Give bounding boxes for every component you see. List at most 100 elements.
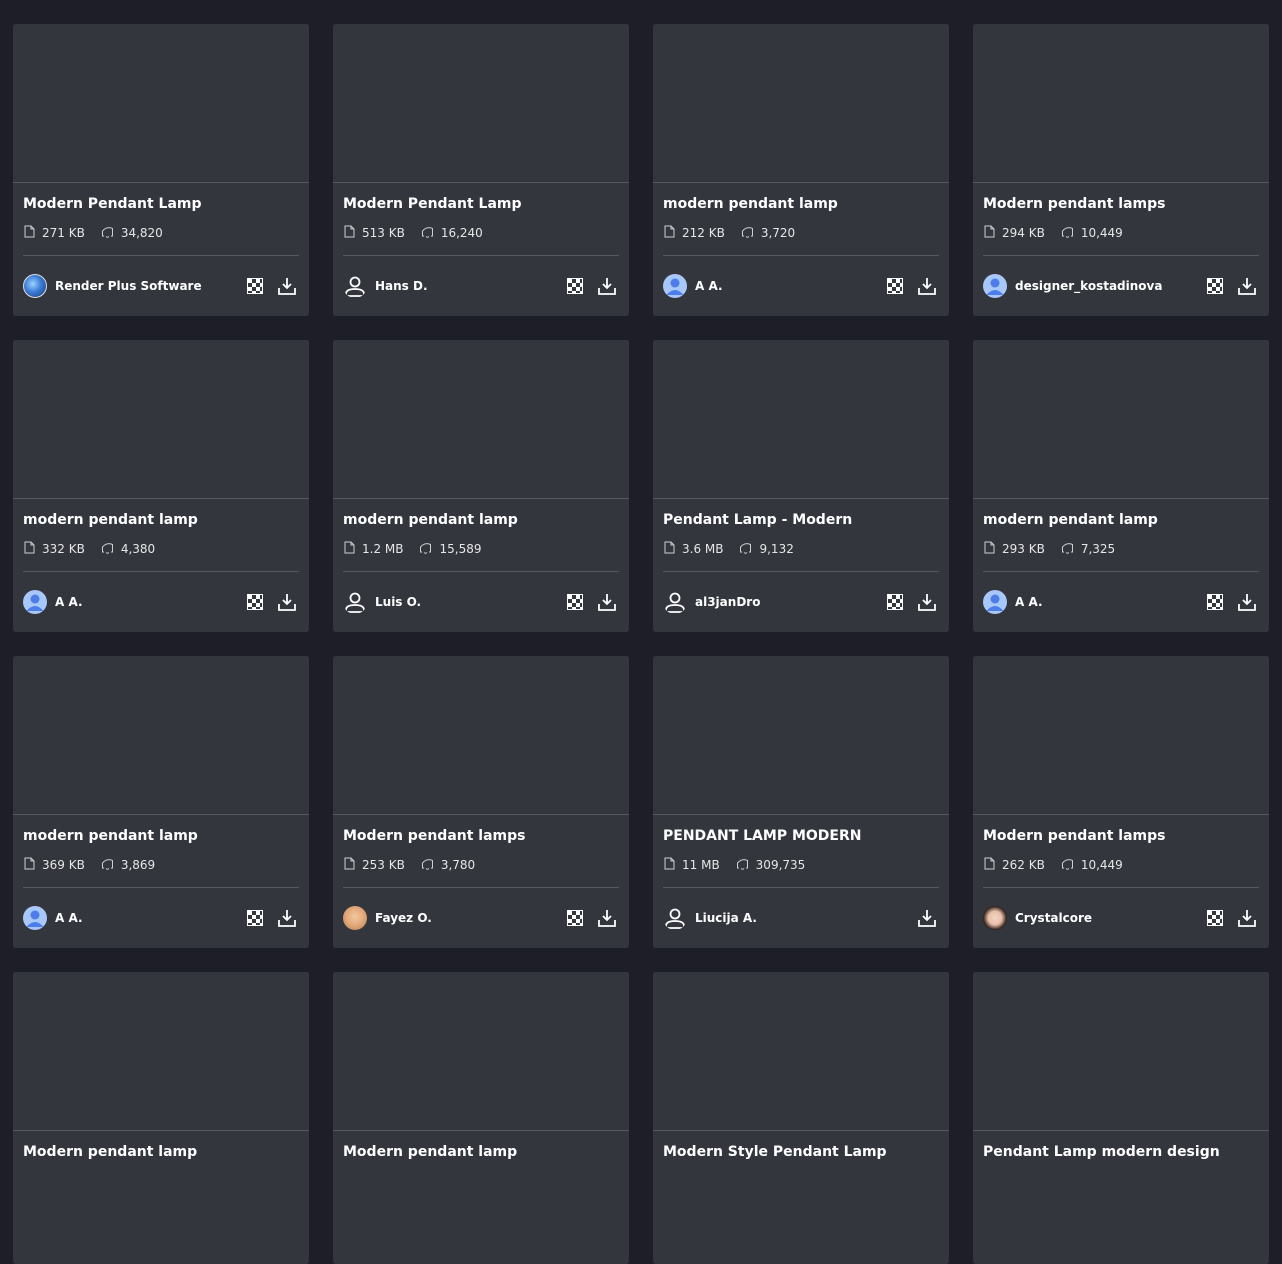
model-thumbnail[interactable] (973, 656, 1269, 815)
model-title[interactable]: modern pendant lamp (663, 196, 949, 213)
author-name[interactable]: Render Plus Software (55, 279, 235, 293)
download-button[interactable] (915, 274, 939, 298)
model-thumbnail[interactable] (653, 24, 949, 183)
download-count: 10,449 (1061, 225, 1123, 241)
model-title[interactable]: Modern pendant lamps (983, 196, 1269, 213)
model-thumbnail[interactable] (333, 656, 629, 815)
3d-viewer-button[interactable] (1203, 274, 1227, 298)
model-thumbnail[interactable] (973, 24, 1269, 183)
model-thumbnail[interactable] (13, 656, 309, 815)
model-thumbnail[interactable] (653, 972, 949, 1131)
outline-user-icon[interactable] (663, 906, 687, 930)
model-card[interactable]: PENDANT LAMP MODERN 11 MB 309,735 Liucij… (653, 656, 949, 948)
model-thumbnail[interactable] (333, 972, 629, 1131)
model-title[interactable]: modern pendant lamp (23, 828, 309, 845)
author-name[interactable]: A A. (695, 279, 875, 293)
download-button[interactable] (275, 590, 299, 614)
author-name[interactable]: Hans D. (375, 279, 555, 293)
author-name[interactable]: designer_kostadinova (1015, 279, 1195, 293)
photo-avatar-1[interactable] (343, 906, 367, 930)
photo-avatar-2[interactable] (983, 906, 1007, 930)
download-button[interactable] (915, 906, 939, 930)
model-card[interactable]: Modern pendant lamps 253 KB 3,780 Fayez … (333, 656, 629, 948)
outline-user-icon[interactable] (663, 590, 687, 614)
model-card[interactable]: modern pendant lamp 293 KB 7,325 A A. (973, 340, 1269, 632)
model-thumbnail[interactable] (13, 340, 309, 499)
3d-viewer-button[interactable] (243, 906, 267, 930)
model-card[interactable]: Modern pendant lamp (13, 972, 309, 1264)
model-title[interactable]: Modern Style Pendant Lamp (663, 1144, 949, 1161)
model-title[interactable]: Modern pendant lamps (983, 828, 1269, 845)
3d-viewer-button[interactable] (563, 906, 587, 930)
model-thumbnail[interactable] (653, 656, 949, 815)
model-thumbnail[interactable] (653, 340, 949, 499)
author-name[interactable]: A A. (55, 911, 235, 925)
model-thumbnail[interactable] (333, 340, 629, 499)
model-card[interactable]: modern pendant lamp 369 KB 3,869 A A. (13, 656, 309, 948)
3d-viewer-button[interactable] (1203, 590, 1227, 614)
model-card[interactable]: Pendant Lamp - Modern 3.6 MB 9,132 al3ja… (653, 340, 949, 632)
download-button[interactable] (275, 906, 299, 930)
download-button[interactable] (1235, 274, 1259, 298)
model-card[interactable]: modern pendant lamp 212 KB 3,720 A A. (653, 24, 949, 316)
model-title[interactable]: modern pendant lamp (343, 512, 629, 529)
model-card[interactable]: modern pendant lamp 1.2 MB 15,589 Luis O… (333, 340, 629, 632)
3d-viewer-button[interactable] (563, 590, 587, 614)
model-card[interactable]: Modern Pendant Lamp 513 KB 16,240 Hans D… (333, 24, 629, 316)
model-card[interactable]: Modern pendant lamps 262 KB 10,449 Cryst… (973, 656, 1269, 948)
default-user-icon[interactable] (23, 590, 47, 614)
3d-viewer-button[interactable] (883, 590, 907, 614)
card-actions (235, 274, 299, 298)
author-name[interactable]: Liucija A. (695, 911, 875, 925)
3d-viewer-button[interactable] (883, 274, 907, 298)
download-button[interactable] (275, 274, 299, 298)
outline-user-icon[interactable] (343, 590, 367, 614)
author-name[interactable]: Crystalcore (1015, 911, 1195, 925)
outline-user-icon[interactable] (343, 274, 367, 298)
model-title[interactable]: Modern pendant lamp (23, 1144, 309, 1161)
download-button[interactable] (595, 906, 619, 930)
model-title[interactable]: Pendant Lamp - Modern (663, 512, 949, 529)
model-card[interactable]: modern pendant lamp 332 KB 4,380 A A. (13, 340, 309, 632)
model-title[interactable]: PENDANT LAMP MODERN (663, 828, 949, 845)
model-title[interactable]: Modern pendant lamps (343, 828, 629, 845)
model-thumbnail[interactable] (13, 972, 309, 1131)
model-title[interactable]: modern pendant lamp (983, 512, 1269, 529)
default-user-icon[interactable] (23, 906, 47, 930)
model-card[interactable]: Pendant Lamp modern design (973, 972, 1269, 1264)
3d-viewer-button[interactable] (563, 274, 587, 298)
default-user-icon[interactable] (983, 590, 1007, 614)
default-user-icon[interactable] (663, 274, 687, 298)
model-thumbnail[interactable] (333, 24, 629, 183)
globe-avatar[interactable] (23, 274, 47, 298)
model-title[interactable]: Modern pendant lamp (343, 1144, 629, 1161)
download-button[interactable] (915, 590, 939, 614)
model-card[interactable]: Modern pendant lamp (333, 972, 629, 1264)
3d-viewer-button[interactable] (243, 590, 267, 614)
default-user-icon[interactable] (983, 274, 1007, 298)
model-title[interactable]: Pendant Lamp modern design (983, 1144, 1269, 1161)
model-card[interactable]: Modern pendant lamps 294 KB 10,449 desig… (973, 24, 1269, 316)
author-name[interactable]: A A. (55, 595, 235, 609)
model-card[interactable]: Modern Style Pendant Lamp (653, 972, 949, 1264)
3d-viewer-button[interactable] (243, 274, 267, 298)
download-button[interactable] (595, 274, 619, 298)
author-name[interactable]: Luis O. (375, 595, 555, 609)
model-meta: 11 MB 309,735 (664, 857, 949, 873)
download-count-icon (741, 225, 761, 241)
model-title[interactable]: modern pendant lamp (23, 512, 309, 529)
model-meta: 253 KB 3,780 (344, 857, 629, 873)
model-thumbnail[interactable] (973, 972, 1269, 1131)
model-title[interactable]: Modern Pendant Lamp (23, 196, 309, 213)
author-name[interactable]: al3janDro (695, 595, 875, 609)
3d-viewer-button[interactable] (1203, 906, 1227, 930)
model-thumbnail[interactable] (13, 24, 309, 183)
model-card[interactable]: Modern Pendant Lamp 271 KB 34,820 Render… (13, 24, 309, 316)
download-button[interactable] (595, 590, 619, 614)
download-button[interactable] (1235, 906, 1259, 930)
download-button[interactable] (1235, 590, 1259, 614)
model-thumbnail[interactable] (973, 340, 1269, 499)
model-title[interactable]: Modern Pendant Lamp (343, 196, 629, 213)
author-name[interactable]: A A. (1015, 595, 1195, 609)
author-name[interactable]: Fayez O. (375, 911, 555, 925)
